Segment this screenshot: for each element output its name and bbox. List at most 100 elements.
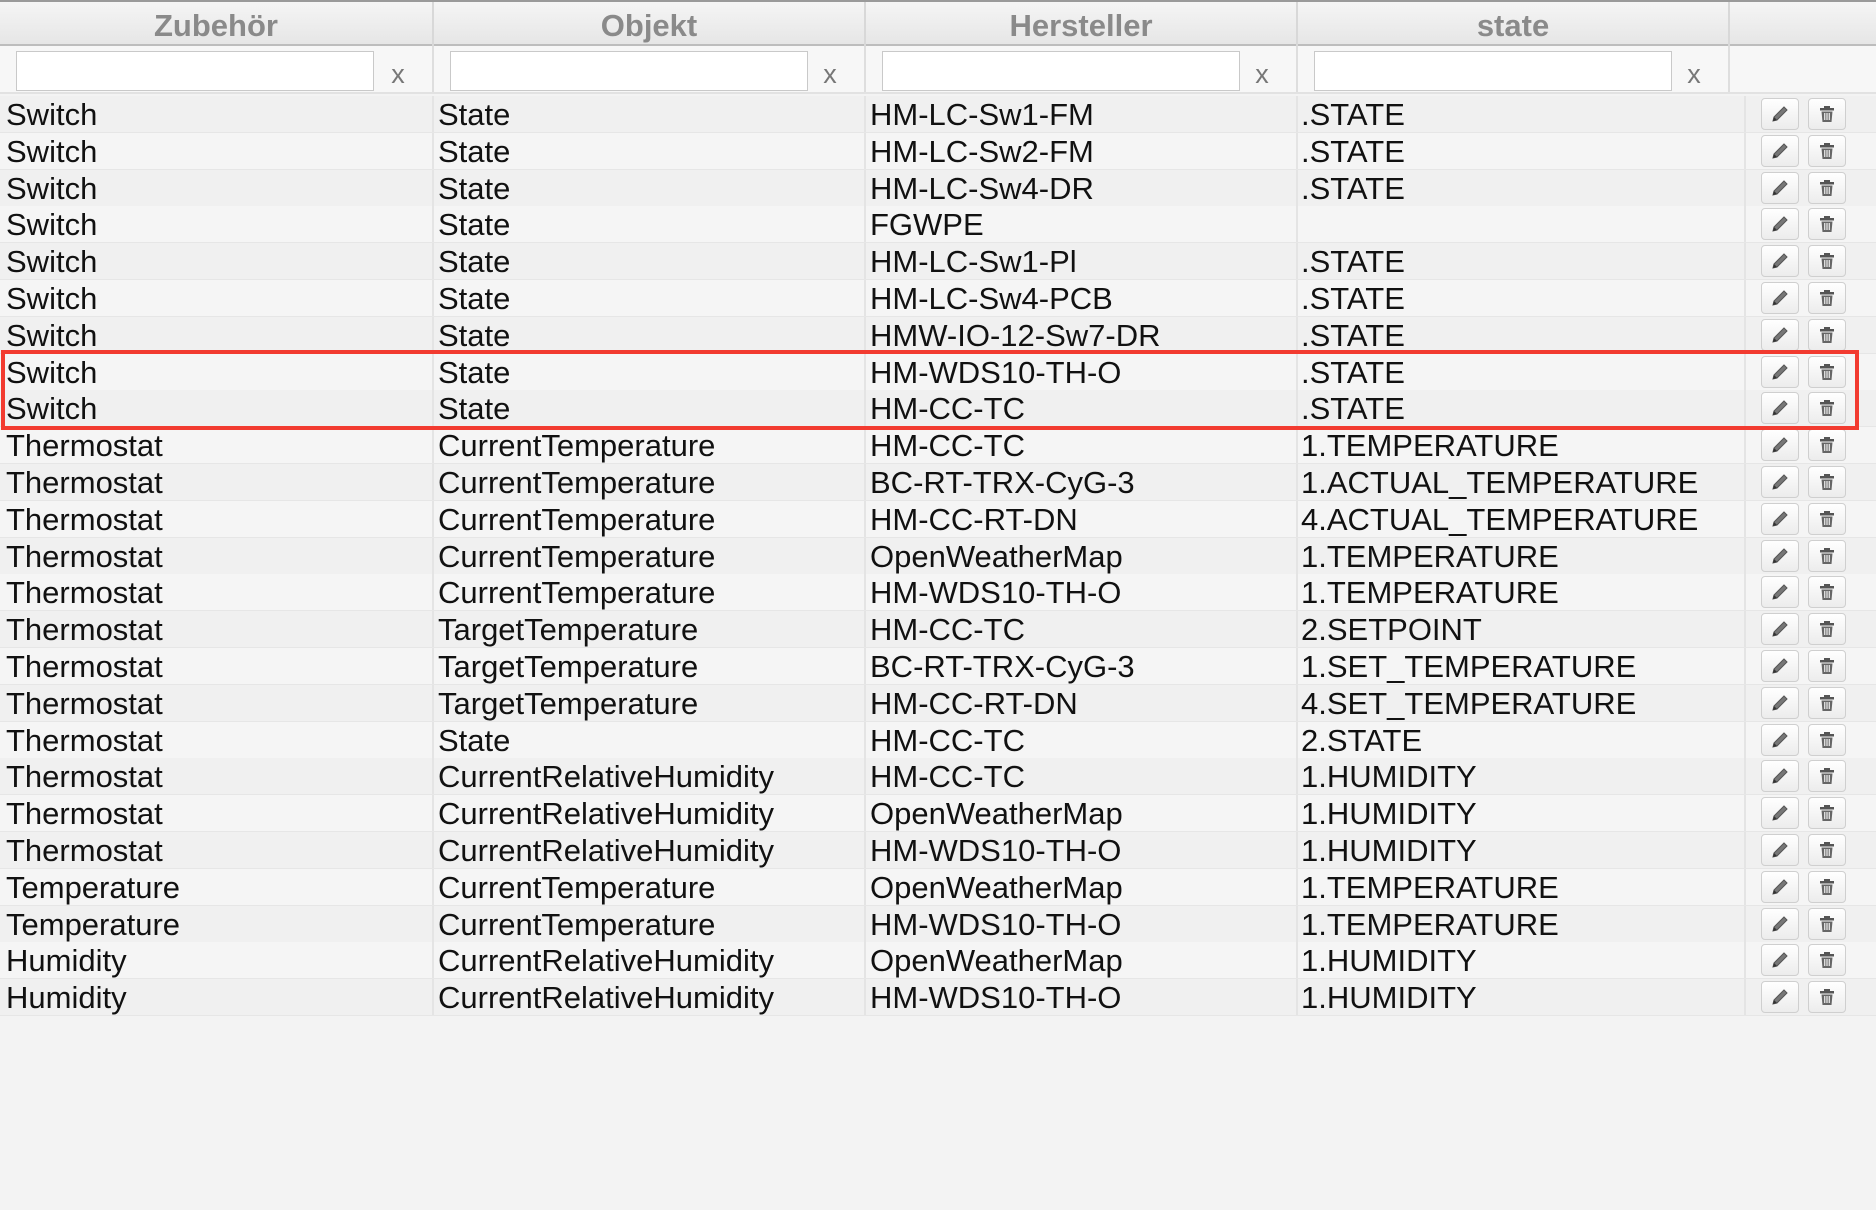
- column-header-zubehoer[interactable]: Zubehör: [0, 2, 434, 46]
- trash-icon: [1820, 805, 1834, 821]
- delete-button[interactable]: [1808, 613, 1846, 645]
- edit-button[interactable]: [1761, 834, 1799, 866]
- edit-button[interactable]: [1761, 208, 1799, 240]
- table-row[interactable]: Switch State HM-LC-Sw1-Pl .STATE: [0, 243, 1876, 280]
- edit-button[interactable]: [1761, 245, 1799, 277]
- column-divider: [1744, 906, 1746, 942]
- delete-button[interactable]: [1808, 282, 1846, 314]
- delete-button[interactable]: [1808, 908, 1846, 940]
- cell-state: 1.TEMPERATURE: [1301, 539, 1559, 574]
- column-divider: [1296, 243, 1298, 279]
- filter-input-state[interactable]: [1314, 51, 1672, 91]
- pencil-icon: [1772, 952, 1788, 968]
- filter-input-hersteller[interactable]: [882, 51, 1240, 91]
- table-row[interactable]: Switch State HM-LC-Sw2-FM .STATE: [0, 133, 1876, 170]
- delete-button[interactable]: [1808, 392, 1846, 424]
- delete-button[interactable]: [1808, 245, 1846, 277]
- edit-button[interactable]: [1761, 392, 1799, 424]
- edit-button[interactable]: [1761, 356, 1799, 388]
- edit-button[interactable]: [1761, 724, 1799, 756]
- table-row[interactable]: Thermostat CurrentRelativeHumidity HM-WD…: [0, 832, 1876, 869]
- table-row[interactable]: Thermostat TargetTemperature HM-CC-TC 2.…: [0, 611, 1876, 648]
- edit-button[interactable]: [1761, 282, 1799, 314]
- delete-button[interactable]: [1808, 540, 1846, 572]
- edit-button[interactable]: [1761, 908, 1799, 940]
- delete-button[interactable]: [1808, 429, 1846, 461]
- column-divider: [432, 979, 434, 1015]
- delete-button[interactable]: [1808, 466, 1846, 498]
- table-row[interactable]: Thermostat CurrentRelativeHumidity OpenW…: [0, 795, 1876, 832]
- filter-input-objekt[interactable]: [450, 51, 808, 91]
- delete-button[interactable]: [1808, 724, 1846, 756]
- edit-button[interactable]: [1761, 466, 1799, 498]
- table-row[interactable]: Thermostat State HM-CC-TC 2.STATE: [0, 722, 1876, 759]
- table-row[interactable]: Thermostat CurrentRelativeHumidity HM-CC…: [0, 758, 1876, 795]
- column-header-state[interactable]: state: [1298, 2, 1730, 46]
- edit-button[interactable]: [1761, 760, 1799, 792]
- filter-clear-button-zubehoer[interactable]: x: [378, 56, 418, 92]
- edit-button[interactable]: [1761, 540, 1799, 572]
- table-row[interactable]: Switch State HM-LC-Sw4-PCB .STATE: [0, 280, 1876, 317]
- cell-zubehoer: Switch: [6, 391, 98, 426]
- delete-button[interactable]: [1808, 319, 1846, 351]
- column-header-hersteller[interactable]: Hersteller: [866, 2, 1298, 46]
- edit-button[interactable]: [1761, 650, 1799, 682]
- table-row[interactable]: Thermostat CurrentTemperature OpenWeathe…: [0, 538, 1876, 575]
- delete-button[interactable]: [1808, 797, 1846, 829]
- table-row[interactable]: Thermostat CurrentTemperature HM-CC-RT-D…: [0, 501, 1876, 538]
- delete-button[interactable]: [1808, 576, 1846, 608]
- edit-button[interactable]: [1761, 429, 1799, 461]
- edit-button[interactable]: [1761, 135, 1799, 167]
- filter-clear-button-objekt[interactable]: x: [810, 56, 850, 92]
- delete-button[interactable]: [1808, 944, 1846, 976]
- delete-button[interactable]: [1808, 650, 1846, 682]
- table-row[interactable]: Switch State FGWPE: [0, 206, 1876, 243]
- table-row[interactable]: Switch State HM-WDS10-TH-O .STATE: [0, 354, 1876, 391]
- table-row[interactable]: Humidity CurrentRelativeHumidity HM-WDS1…: [0, 979, 1876, 1016]
- table-row[interactable]: Temperature CurrentTemperature HM-WDS10-…: [0, 906, 1876, 943]
- table-row[interactable]: Humidity CurrentRelativeHumidity OpenWea…: [0, 942, 1876, 979]
- table-row[interactable]: Temperature CurrentTemperature OpenWeath…: [0, 869, 1876, 906]
- pencil-icon: [1772, 364, 1788, 380]
- filter-clear-button-state[interactable]: x: [1674, 56, 1714, 92]
- column-divider: [1296, 574, 1298, 610]
- edit-button[interactable]: [1761, 98, 1799, 130]
- table-row[interactable]: Switch State HM-CC-TC .STATE: [0, 390, 1876, 427]
- delete-button[interactable]: [1808, 981, 1846, 1013]
- table-row[interactable]: Thermostat CurrentTemperature HM-WDS10-T…: [0, 574, 1876, 611]
- edit-button[interactable]: [1761, 797, 1799, 829]
- delete-button[interactable]: [1808, 135, 1846, 167]
- delete-button[interactable]: [1808, 356, 1846, 388]
- column-header-objekt[interactable]: Objekt: [434, 2, 866, 46]
- table-row[interactable]: Switch State HM-LC-Sw4-DR .STATE: [0, 170, 1876, 207]
- edit-button[interactable]: [1761, 576, 1799, 608]
- edit-button[interactable]: [1761, 613, 1799, 645]
- delete-button[interactable]: [1808, 834, 1846, 866]
- edit-button[interactable]: [1761, 944, 1799, 976]
- edit-button[interactable]: [1761, 687, 1799, 719]
- delete-button[interactable]: [1808, 760, 1846, 792]
- delete-button[interactable]: [1808, 172, 1846, 204]
- edit-button[interactable]: [1761, 871, 1799, 903]
- table-row[interactable]: Switch State HM-LC-Sw1-FM .STATE: [0, 96, 1876, 133]
- filter-input-zubehoer[interactable]: [16, 51, 374, 91]
- delete-button[interactable]: [1808, 871, 1846, 903]
- table-row[interactable]: Thermostat CurrentTemperature BC-RT-TRX-…: [0, 464, 1876, 501]
- delete-button[interactable]: [1808, 687, 1846, 719]
- table-row[interactable]: Thermostat TargetTemperature BC-RT-TRX-C…: [0, 648, 1876, 685]
- trash-icon: [1820, 916, 1834, 932]
- edit-button[interactable]: [1761, 503, 1799, 535]
- cell-zubehoer: Temperature: [6, 907, 181, 942]
- delete-button[interactable]: [1808, 503, 1846, 535]
- filter-clear-button-hersteller[interactable]: x: [1242, 56, 1282, 92]
- edit-button[interactable]: [1761, 319, 1799, 351]
- cell-objekt: CurrentRelativeHumidity: [438, 796, 774, 831]
- edit-button[interactable]: [1761, 981, 1799, 1013]
- table-row[interactable]: Thermostat CurrentTemperature HM-CC-TC 1…: [0, 427, 1876, 464]
- table-row[interactable]: Switch State HMW-IO-12-Sw7-DR .STATE: [0, 317, 1876, 354]
- delete-button[interactable]: [1808, 208, 1846, 240]
- table-row[interactable]: Thermostat TargetTemperature HM-CC-RT-DN…: [0, 685, 1876, 722]
- cell-zubehoer: Thermostat: [6, 428, 163, 463]
- edit-button[interactable]: [1761, 172, 1799, 204]
- delete-button[interactable]: [1808, 98, 1846, 130]
